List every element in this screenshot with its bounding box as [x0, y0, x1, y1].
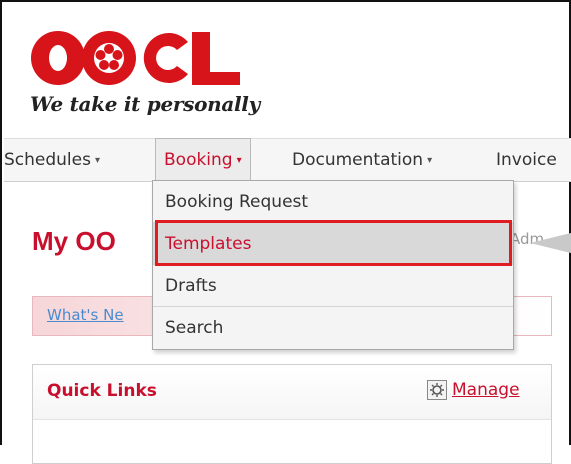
settings-gear-icon[interactable] [427, 379, 447, 400]
chevron-down-icon: ▾ [236, 155, 242, 166]
whats-new-link[interactable]: What's Ne [47, 306, 124, 324]
quick-links-header: Quick Links Manage [33, 365, 551, 420]
quick-links-panel: Quick Links Manage [32, 364, 552, 464]
nav-item-booking[interactable]: Booking ▾ [155, 138, 251, 180]
nav-item-schedules[interactable]: Schedules ▾ [4, 139, 100, 181]
nav-label: Booking [164, 150, 233, 170]
nav-label: Invoice [496, 150, 557, 170]
oocl-logo[interactable] [30, 30, 260, 90]
menu-item-booking-request[interactable]: Booking Request [153, 181, 513, 223]
brand-header: We take it personally [30, 30, 290, 126]
quick-links-title: Quick Links [47, 381, 157, 401]
menu-item-search[interactable]: Search [153, 307, 513, 349]
manage-control[interactable]: Manage [427, 379, 520, 403]
manage-link[interactable]: Manage [452, 380, 520, 400]
chevron-down-icon: ▾ [94, 155, 101, 166]
menu-item-templates[interactable]: Templates [153, 223, 513, 265]
tagline: We take it personally [30, 92, 260, 116]
chevron-down-icon: ▾ [427, 155, 433, 166]
browser-page-frame: We take it personally Schedules ▾ Booking… [0, 0, 571, 464]
nav-item-invoice[interactable]: Invoice [496, 139, 557, 181]
nav-item-documentation[interactable]: Documentation ▾ [292, 139, 432, 181]
pointer-arrow-icon [530, 232, 571, 254]
page-title: My OO [32, 226, 116, 256]
menu-item-drafts[interactable]: Drafts [153, 265, 513, 307]
main-nav-bar: Schedules ▾ Booking ▾ Documentation ▾ Invoi… [4, 138, 571, 182]
nav-label: Documentation [292, 150, 424, 170]
nav-label: Schedules [4, 150, 91, 170]
booking-dropdown-menu: Booking Request Templates Drafts Search [152, 180, 514, 350]
